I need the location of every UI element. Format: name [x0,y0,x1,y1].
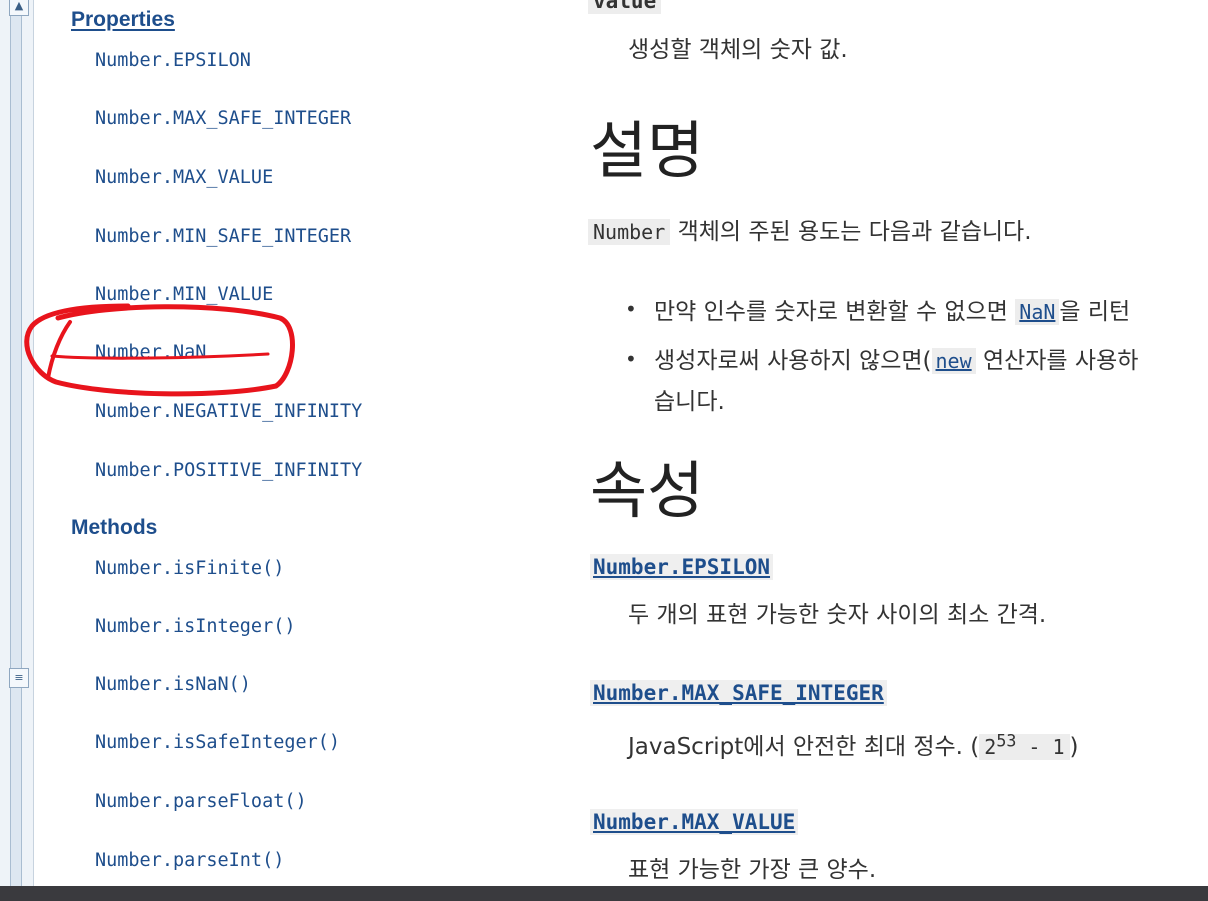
nav-methods-heading[interactable]: Methods [71,516,157,540]
formula-base: 2 [984,735,997,759]
formula-rest: - 1 [1016,735,1065,759]
property-desc-max-safe-integer: JavaScript에서 안전한 최대 정수. (253 - 1) [628,727,1079,761]
nav-link-min-safe-integer[interactable]: Number.MIN_SAFE_INTEGER [95,226,351,247]
bullet-2-after: 연산자를 사용하 [975,348,1139,374]
property-desc-epsilon: 두 개의 표현 가능한 숫자 사이의 최소 간격. [628,602,1047,628]
max-safe-desc-text: JavaScript에서 안전한 최대 정수. ( [628,734,980,760]
nav-properties-heading[interactable]: Properties [71,8,175,32]
formula-exponent: 53 [996,731,1017,751]
nav-link-issafeinteger[interactable]: Number.isSafeInteger() [95,732,340,753]
bullet-1-after: 을 리턴 [1059,299,1131,325]
nav-link-isinteger[interactable]: Number.isInteger() [95,616,295,637]
max-safe-desc-suffix: ) [1069,734,1079,760]
description-heading: 설명 [590,114,705,187]
property-term-max-safe-integer[interactable]: Number.MAX_SAFE_INTEGER [590,680,887,706]
main-content: value 생성할 객체의 숫자 값. 설명 Number 객체의 주된 용도는… [560,0,1208,886]
bullet-2-text: 생성자로써 사용하지 않으면( [654,348,932,374]
new-link[interactable]: new [931,348,976,374]
max-safe-formula: 253 - 1 [979,731,1070,760]
description-text: 객체의 주된 용도는 다음과 같습니다. [677,219,1032,245]
bullet-dot: • [625,297,637,321]
property-term-max-value[interactable]: Number.MAX_VALUE [590,809,799,835]
bullet-item-2: 생성자로써 사용하지 않으면(new 연산자를 사용하 [654,341,1138,375]
bullet-2-continuation: 습니다. [654,389,725,415]
param-term-value: value [588,0,662,14]
nav-link-epsilon[interactable]: Number.EPSILON [95,50,251,71]
description-paragraph: Number 객체의 주된 용도는 다음과 같습니다. [588,212,1032,246]
nav-link-max-safe-integer[interactable]: Number.MAX_SAFE_INTEGER [95,108,351,129]
bullet-1-text: 만약 인수를 숫자로 변환할 수 없으면 [654,299,1008,325]
sidebar-nav: Properties Number.EPSILON Number.MAX_SAF… [0,0,560,886]
nav-link-nan[interactable]: Number.NaN [95,342,206,363]
nan-link[interactable]: NaN [1015,299,1060,325]
nav-link-positive-infinity[interactable]: Number.POSITIVE_INFINITY [95,460,362,481]
nav-link-parseint[interactable]: Number.parseInt() [95,850,284,871]
properties-heading: 속성 [590,454,705,527]
property-desc-max-value: 표현 가능한 가장 큰 양수. [628,857,877,883]
param-value-desc: 생성할 객체의 숫자 값. [628,37,848,63]
nav-link-negative-infinity[interactable]: Number.NEGATIVE_INFINITY [95,401,362,422]
bullet-dot: • [625,347,637,371]
number-code: Number [588,219,671,245]
property-term-epsilon[interactable]: Number.EPSILON [590,554,774,580]
bottom-status-bar [0,886,1208,901]
bullet-item-1: 만약 인수를 숫자로 변환할 수 없으면 NaN 을 리턴 [654,292,1130,326]
nav-link-parsefloat[interactable]: Number.parseFloat() [95,791,307,812]
nav-link-isfinite[interactable]: Number.isFinite() [95,558,284,579]
nav-link-min-value[interactable]: Number.MIN_VALUE [95,284,273,305]
nav-link-isnan[interactable]: Number.isNaN() [95,674,251,695]
nav-link-max-value[interactable]: Number.MAX_VALUE [95,167,273,188]
